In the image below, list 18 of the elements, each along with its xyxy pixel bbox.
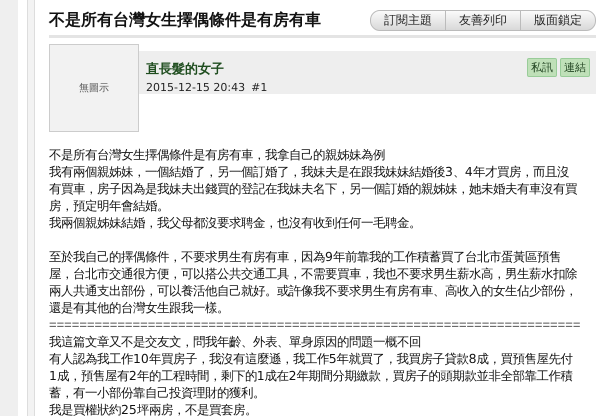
toolbar-button[interactable]: 版面鎖定 — [520, 10, 596, 31]
post-paragraph: 有人認為我工作10年買房子，我沒有這麼遜，我工作5年就買了，我買房子貸款8成，買預售屋先付1成，預售屋有2年的工程時間，剩下的1成在2年期間分期繳款，買房子的頭期款並非全部靠工作積蓄，有一小部份靠自己投資理財的獲利。 — [49, 350, 574, 401]
toolbar-button[interactable]: 訂閱主題 — [370, 10, 446, 31]
post-paragraph: 我是買權狀約25坪兩房，不是買套房。 — [49, 401, 258, 416]
no-image-text: 無圖示 — [79, 82, 109, 95]
post-action-button[interactable]: 連結 — [560, 58, 590, 77]
post-paragraph: 我這篇文章又不是交友文，問我年齡、外表、單身原因的問題一概不回 — [49, 333, 422, 350]
post-paragraph: 不是所有台灣女生擇偶條件是有房有車，我拿自己的親姊妹為例 — [49, 146, 386, 163]
post-paragraph: 我有兩個親姊妹，一個結婚了，另一個訂婚了，我妹夫是在跟我妹妹結婚後3、4年才買房，而且沒有買車，房子因為是我妹夫出錢買的登記在我妹夫名下，另一個訂婚的親姊妹，她未婚夫有車沒有買房，預定明年會結婚。 — [49, 163, 578, 214]
post-paragraph: 我兩個親姊妹結婚，我父母都沒要求聘金，也沒有收到任何一毛聘金。 — [49, 214, 422, 231]
post-action-button[interactable]: 私訊 — [527, 58, 557, 77]
post-paragraph: 至於我自己的擇偶條件，不要求男生有房有車，因為9年前靠我的工作積蓄買了台北市蛋黃區預售屋，台北市交通很方便，可以搭公共交通工具，不需要買車，我也不要求男生薪水高，男生薪水扣除兩人共通支出部份，可以養活他自己就好。或許像我不要求男生有房有車、高收入的女生佔少部份，還是有其他的台灣女生跟我一樣。 — [49, 248, 578, 316]
post-date: 2015-12-15 20:43 — [146, 81, 246, 94]
topic-title: 不是所有台灣女生擇偶條件是有房有車 — [49, 10, 321, 31]
floor-number: #1 — [251, 81, 268, 94]
separator-line: ====================================================================== — [49, 316, 580, 333]
toolbar-button[interactable]: 友善列印 — [445, 10, 521, 31]
author-name[interactable]: 直長髮的女子 — [146, 60, 268, 78]
